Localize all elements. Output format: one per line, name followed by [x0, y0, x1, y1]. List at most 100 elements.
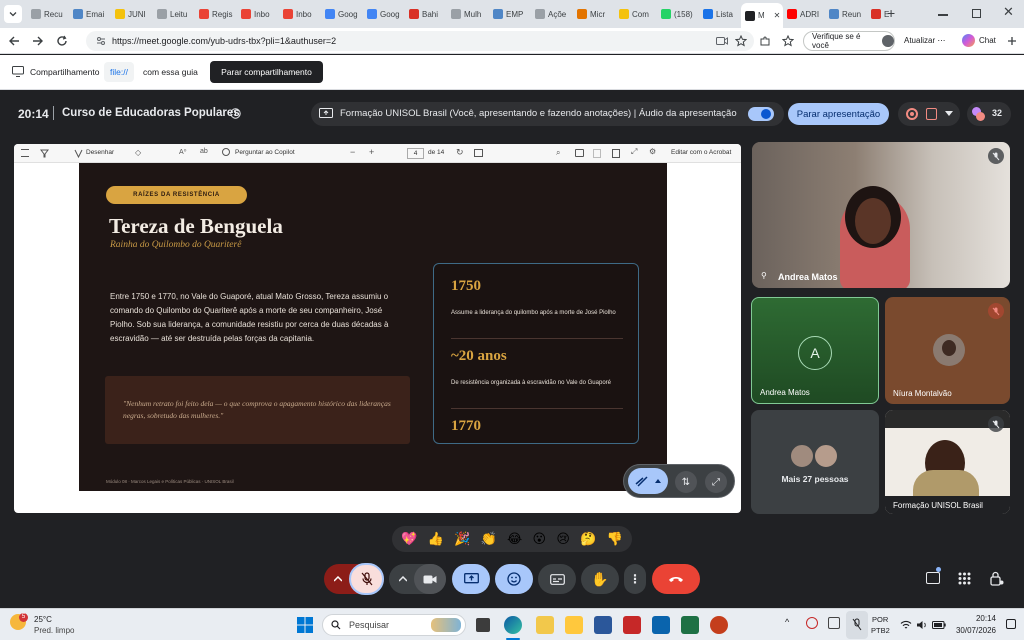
- bookmark-star-icon[interactable]: [735, 35, 747, 47]
- fullscreen-icon[interactable]: ⤢: [631, 147, 637, 157]
- maximize-button[interactable]: [972, 9, 981, 18]
- chevron-up-icon[interactable]: ^: [785, 617, 789, 627]
- tab-search-button[interactable]: [4, 5, 22, 23]
- present-button[interactable]: [452, 564, 490, 594]
- save-icon[interactable]: [593, 149, 601, 158]
- browser-tab[interactable]: Regis: [195, 4, 237, 24]
- site-info-icon[interactable]: [96, 36, 106, 46]
- browser-tab[interactable]: Goog: [363, 4, 405, 24]
- keyboard-layout[interactable]: PTB2: [871, 626, 890, 635]
- reaction-emoji[interactable]: 💖: [401, 531, 417, 547]
- reactions-button[interactable]: [495, 564, 533, 594]
- browser-tab[interactable]: Inbo: [237, 4, 279, 24]
- wifi-icon[interactable]: [900, 620, 912, 630]
- browser-tab[interactable]: JUNI: [111, 4, 153, 24]
- settings-gear-icon[interactable]: ⚙: [649, 147, 656, 156]
- reaction-emoji[interactable]: 😂: [507, 531, 522, 547]
- chevron-up-icon[interactable]: [334, 576, 342, 582]
- participant-tile[interactable]: Níura Montalvão: [885, 297, 1010, 404]
- browser-tab[interactable]: Recu: [27, 4, 69, 24]
- folder-icon[interactable]: [565, 616, 583, 634]
- browser-tab[interactable]: Emai: [69, 4, 111, 24]
- task-view-icon[interactable]: [476, 618, 490, 632]
- reload-icon[interactable]: [56, 35, 68, 47]
- sidebar-toggle-icon[interactable]: [1007, 36, 1017, 46]
- reaction-emoji[interactable]: 👎: [607, 531, 623, 547]
- battery-icon[interactable]: [932, 621, 946, 629]
- clock-time[interactable]: 20:14: [970, 614, 996, 623]
- browser-tab[interactable]: ADRI: [783, 4, 825, 24]
- reaction-emoji[interactable]: 👍: [428, 531, 444, 547]
- clock-date[interactable]: 30/07/2026: [952, 626, 996, 635]
- browser-tab[interactable]: Com: [615, 4, 657, 24]
- mcafee-icon[interactable]: [623, 616, 641, 634]
- forward-arrow-icon[interactable]: [32, 35, 44, 47]
- excel-icon[interactable]: [681, 616, 699, 634]
- read-aloud-icon[interactable]: A⁰: [179, 148, 186, 156]
- annotate-pen-button[interactable]: [628, 468, 668, 494]
- reaction-emoji[interactable]: 🎉: [454, 531, 470, 547]
- tray-network-icon[interactable]: [828, 617, 840, 629]
- browser-tab[interactable]: Inbo: [279, 4, 321, 24]
- chevron-down-icon[interactable]: [945, 111, 953, 117]
- captions-button[interactable]: [538, 564, 576, 594]
- eraser-icon[interactable]: ◇: [135, 148, 141, 157]
- edge-browser-icon[interactable]: [504, 616, 522, 634]
- rotate-icon[interactable]: ↻: [456, 147, 464, 158]
- highlight-icon[interactable]: [40, 149, 49, 158]
- ask-copilot-button[interactable]: Perguntar ao Copilot: [235, 149, 295, 156]
- zoom-in-button[interactable]: +: [369, 147, 374, 157]
- browser-tab[interactable]: EMP: [489, 4, 531, 24]
- reaction-emoji[interactable]: 🤔: [580, 531, 596, 547]
- extensions-icon[interactable]: [759, 35, 771, 47]
- app-icon[interactable]: [594, 616, 612, 634]
- chat-icon[interactable]: [926, 572, 940, 584]
- chevron-up-icon[interactable]: [399, 576, 407, 582]
- language-indicator[interactable]: POR: [872, 615, 888, 624]
- page-number-input[interactable]: 4: [407, 148, 424, 159]
- leave-call-button[interactable]: [652, 564, 700, 594]
- draw-button[interactable]: Desenhar: [86, 149, 114, 156]
- stop-presenting-button[interactable]: Parar apresentação: [788, 103, 889, 125]
- browser-tab[interactable]: M ✕: [741, 3, 783, 28]
- url-bar[interactable]: https://meet.google.com/yub-udrs-tbx?pli…: [86, 31, 754, 51]
- taskbar-search[interactable]: Pesquisar: [322, 614, 466, 636]
- browser-tab[interactable]: (158): [657, 4, 699, 24]
- browser-tab[interactable]: Reun: [825, 4, 867, 24]
- file-explorer-icon[interactable]: [536, 616, 554, 634]
- shared-pdf-viewer[interactable]: Desenhar ◇ A⁰ ab Perguntar ao Copilot − …: [14, 144, 741, 513]
- participant-tile-main[interactable]: Andrea Matos ⚲: [752, 142, 1010, 288]
- participant-tile[interactable]: Formação UNISOL Brasil: [885, 410, 1010, 514]
- contents-icon[interactable]: [21, 149, 29, 157]
- stop-sharing-button[interactable]: Parar compartilhamento: [210, 61, 323, 83]
- minimize-button[interactable]: [938, 14, 948, 16]
- presentation-audio-toggle[interactable]: [748, 107, 774, 121]
- notifications-icon[interactable]: [1006, 619, 1016, 629]
- zoom-out-button[interactable]: −: [350, 147, 355, 157]
- back-arrow-icon[interactable]: [8, 35, 20, 47]
- volume-icon[interactable]: [916, 620, 928, 630]
- close-window-button[interactable]: ✕: [1003, 4, 1014, 20]
- browser-tab[interactable]: Mulh: [447, 4, 489, 24]
- close-tab-icon[interactable]: ✕: [774, 11, 781, 20]
- tray-app-icon[interactable]: [806, 617, 818, 629]
- update-button[interactable]: Atualizar ⋯: [904, 36, 945, 45]
- browser-tab[interactable]: Lista: [699, 4, 741, 24]
- reaction-emoji[interactable]: 👏: [481, 531, 497, 547]
- powerpoint-icon[interactable]: [710, 616, 728, 634]
- mic-toggle-button[interactable]: [349, 563, 384, 595]
- text-icon[interactable]: ab: [200, 148, 208, 155]
- move-icon[interactable]: ⇅: [675, 471, 697, 493]
- expand-icon[interactable]: ⤢: [705, 471, 727, 493]
- browser-tab[interactable]: Goog: [321, 4, 363, 24]
- activities-grid-icon[interactable]: [958, 572, 971, 585]
- browser-tab[interactable]: Micr: [573, 4, 615, 24]
- meeting-info-icon[interactable]: [230, 108, 241, 119]
- participant-tile[interactable]: A Andrea Matos: [751, 297, 879, 404]
- more-options-button[interactable]: ⋮: [624, 564, 646, 594]
- participants-button[interactable]: 32: [967, 102, 1011, 126]
- save-as-icon[interactable]: [612, 149, 620, 158]
- copilot-chat-button[interactable]: Chat: [962, 34, 996, 47]
- outlook-icon[interactable]: [652, 616, 670, 634]
- windows-start-icon[interactable]: [297, 617, 313, 633]
